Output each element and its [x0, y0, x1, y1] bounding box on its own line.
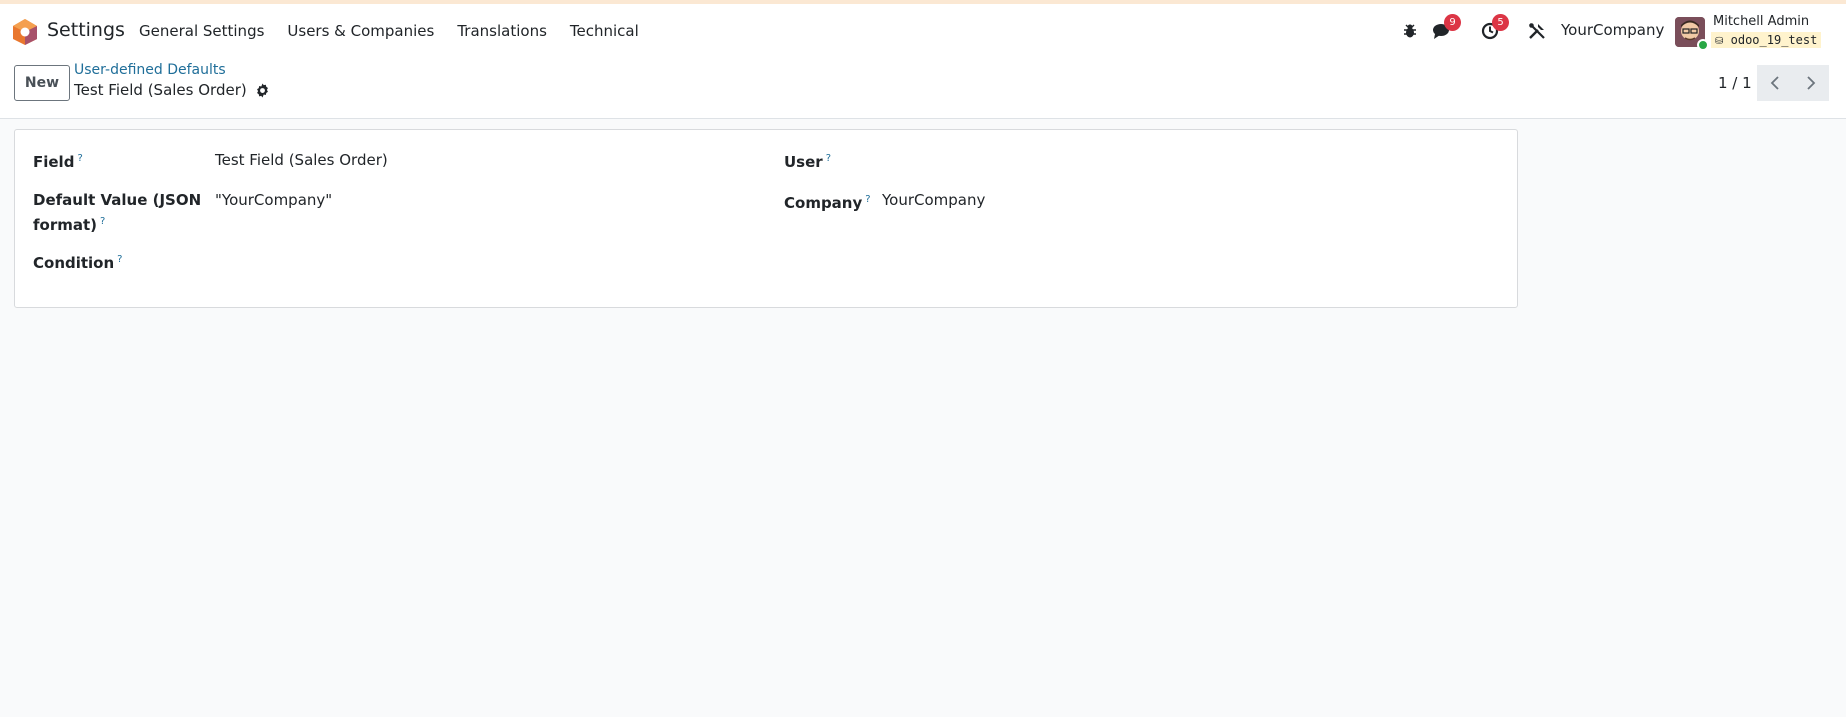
user-label-text: User [784, 153, 823, 171]
pager-value[interactable]: 1 / 1 [1718, 74, 1752, 92]
main-menu: General Settings Users & Companies Trans… [139, 22, 662, 40]
odoo-logo-icon[interactable] [12, 18, 38, 46]
app-name[interactable]: Settings [47, 19, 125, 41]
user-name[interactable]: Mitchell Admin [1713, 14, 1809, 29]
database-name: ⛁ odoo_19_test [1711, 32, 1822, 48]
form-sheet: Field? Test Field (Sales Order) Default … [14, 129, 1518, 308]
field-label-text: Field [33, 153, 75, 171]
chevron-left-icon [1770, 76, 1779, 90]
database-icon: ⛁ [1715, 36, 1724, 47]
breadcrumb-parent-link[interactable]: User-defined Defaults [74, 62, 226, 78]
database-name-text: odoo_19_test [1730, 33, 1818, 47]
default-value-label-line1: Default Value (JSON [33, 191, 202, 209]
default-value-label-line2: format) [33, 216, 98, 234]
messages-badge: 9 [1444, 14, 1461, 31]
bug-icon[interactable] [1400, 21, 1420, 41]
online-status-badge [1697, 39, 1709, 51]
field-label: Field? [33, 148, 83, 173]
record-title: Test Field (Sales Order) [74, 81, 270, 99]
user-label: User? [784, 148, 831, 173]
default-value-field[interactable]: "YourCompany" [215, 191, 332, 209]
record-title-text: Test Field (Sales Order) [74, 81, 247, 99]
company-value[interactable]: YourCompany [882, 191, 985, 209]
clock-icon[interactable]: 5 [1480, 14, 1509, 41]
new-button[interactable]: New [14, 65, 70, 101]
default-value-help-icon[interactable]: ? [100, 216, 105, 227]
user-avatar[interactable] [1675, 17, 1709, 51]
condition-label: Condition? [33, 249, 122, 274]
field-value[interactable]: Test Field (Sales Order) [215, 151, 388, 169]
control-panel: New User-defined Defaults Test Field (Sa… [0, 55, 1846, 119]
activity-badge: 5 [1492, 14, 1509, 31]
condition-label-text: Condition [33, 254, 115, 272]
menu-general-settings[interactable]: General Settings [139, 22, 264, 40]
chat-icon[interactable]: 9 [1432, 14, 1461, 41]
menu-translations[interactable]: Translations [457, 22, 547, 40]
default-value-label: Default Value (JSON format)? [33, 189, 201, 236]
company-label: Company? [784, 189, 871, 214]
top-navbar: Settings General Settings Users & Compan… [0, 0, 1846, 55]
gear-icon[interactable] [255, 82, 270, 98]
condition-help-icon[interactable]: ? [117, 254, 122, 265]
menu-users-companies[interactable]: Users & Companies [287, 22, 434, 40]
user-help-icon[interactable]: ? [826, 153, 831, 164]
company-help-icon[interactable]: ? [865, 194, 870, 205]
chevron-right-icon [1807, 76, 1816, 90]
company-label-text: Company [784, 194, 863, 212]
menu-technical[interactable]: Technical [570, 22, 639, 40]
pager-next-button[interactable] [1793, 65, 1829, 101]
tools-icon[interactable] [1527, 21, 1547, 41]
pager-previous-button[interactable] [1757, 65, 1793, 101]
field-help-icon[interactable]: ? [77, 153, 82, 164]
company-switcher[interactable]: YourCompany [1561, 21, 1664, 39]
